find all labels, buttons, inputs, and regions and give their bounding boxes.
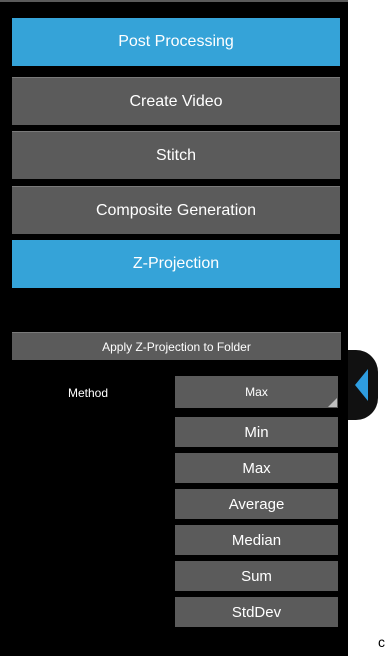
method-option-average[interactable]: Average [175, 489, 338, 519]
apply-z-projection-button[interactable]: Apply Z-Projection to Folder [12, 332, 341, 360]
method-option-sum[interactable]: Sum [175, 561, 338, 591]
post-processing-button[interactable]: Post Processing [12, 18, 340, 66]
method-option-stddev[interactable]: StdDev [175, 597, 338, 627]
chevron-left-icon [355, 369, 368, 401]
method-select[interactable]: Max [175, 376, 338, 408]
method-option-max[interactable]: Max [175, 453, 338, 483]
create-video-button[interactable]: Create Video [12, 77, 340, 125]
cut-off-text: c [378, 634, 385, 650]
panel-top-border [0, 0, 348, 2]
method-option-min[interactable]: Min [175, 417, 338, 447]
composite-generation-button[interactable]: Composite Generation [12, 186, 340, 234]
z-projection-button[interactable]: Z-Projection [12, 240, 340, 288]
dropdown-corner-icon [328, 398, 337, 407]
method-selected-value: Max [245, 385, 268, 399]
method-option-median[interactable]: Median [175, 525, 338, 555]
collapse-panel-tab[interactable] [348, 350, 378, 420]
method-label: Method [68, 386, 109, 400]
stitch-button[interactable]: Stitch [12, 131, 340, 179]
side-panel: Post Processing Create Video Stitch Comp… [0, 0, 348, 656]
